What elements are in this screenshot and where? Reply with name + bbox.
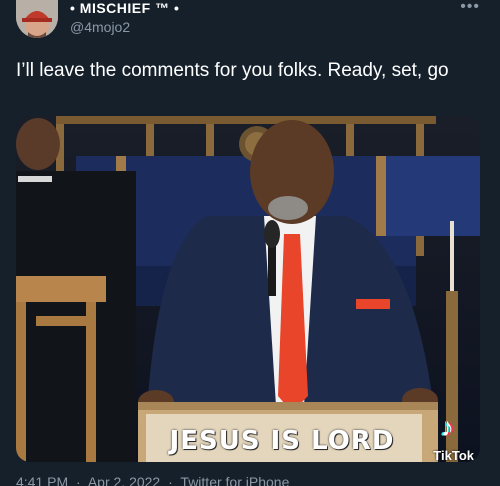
- author-block: • MISCHIEF ™ • @4mojo2: [70, 0, 179, 36]
- display-name[interactable]: • MISCHIEF ™ •: [70, 0, 179, 16]
- user-handle[interactable]: @4mojo2: [70, 18, 179, 36]
- tweet-source[interactable]: Twitter for iPhone: [180, 474, 289, 486]
- avatar-image: [16, 0, 58, 38]
- podium-sign: JESUS IS LORD: [169, 426, 395, 456]
- tiktok-watermark: TikTok: [433, 448, 474, 462]
- avatar[interactable]: [16, 0, 58, 38]
- tweet-media-video[interactable]: JESUS IS LORD ♪ TikTok: [16, 116, 480, 462]
- tweet-text: I’ll leave the comments for you folks. R…: [16, 60, 449, 81]
- tweet-time[interactable]: 4:41 PM: [16, 474, 68, 486]
- meta-separator: ·: [76, 474, 81, 486]
- tweet-meta: 4:41 PM · Apr 2, 2022 · Twitter for iPho…: [16, 474, 293, 486]
- more-dots-icon[interactable]: •••: [460, 0, 480, 16]
- tiktok-icon: ♪: [441, 412, 454, 442]
- tweet-date[interactable]: Apr 2, 2022: [88, 474, 160, 486]
- meta-separator: ·: [168, 474, 173, 486]
- video-frame: [16, 116, 480, 462]
